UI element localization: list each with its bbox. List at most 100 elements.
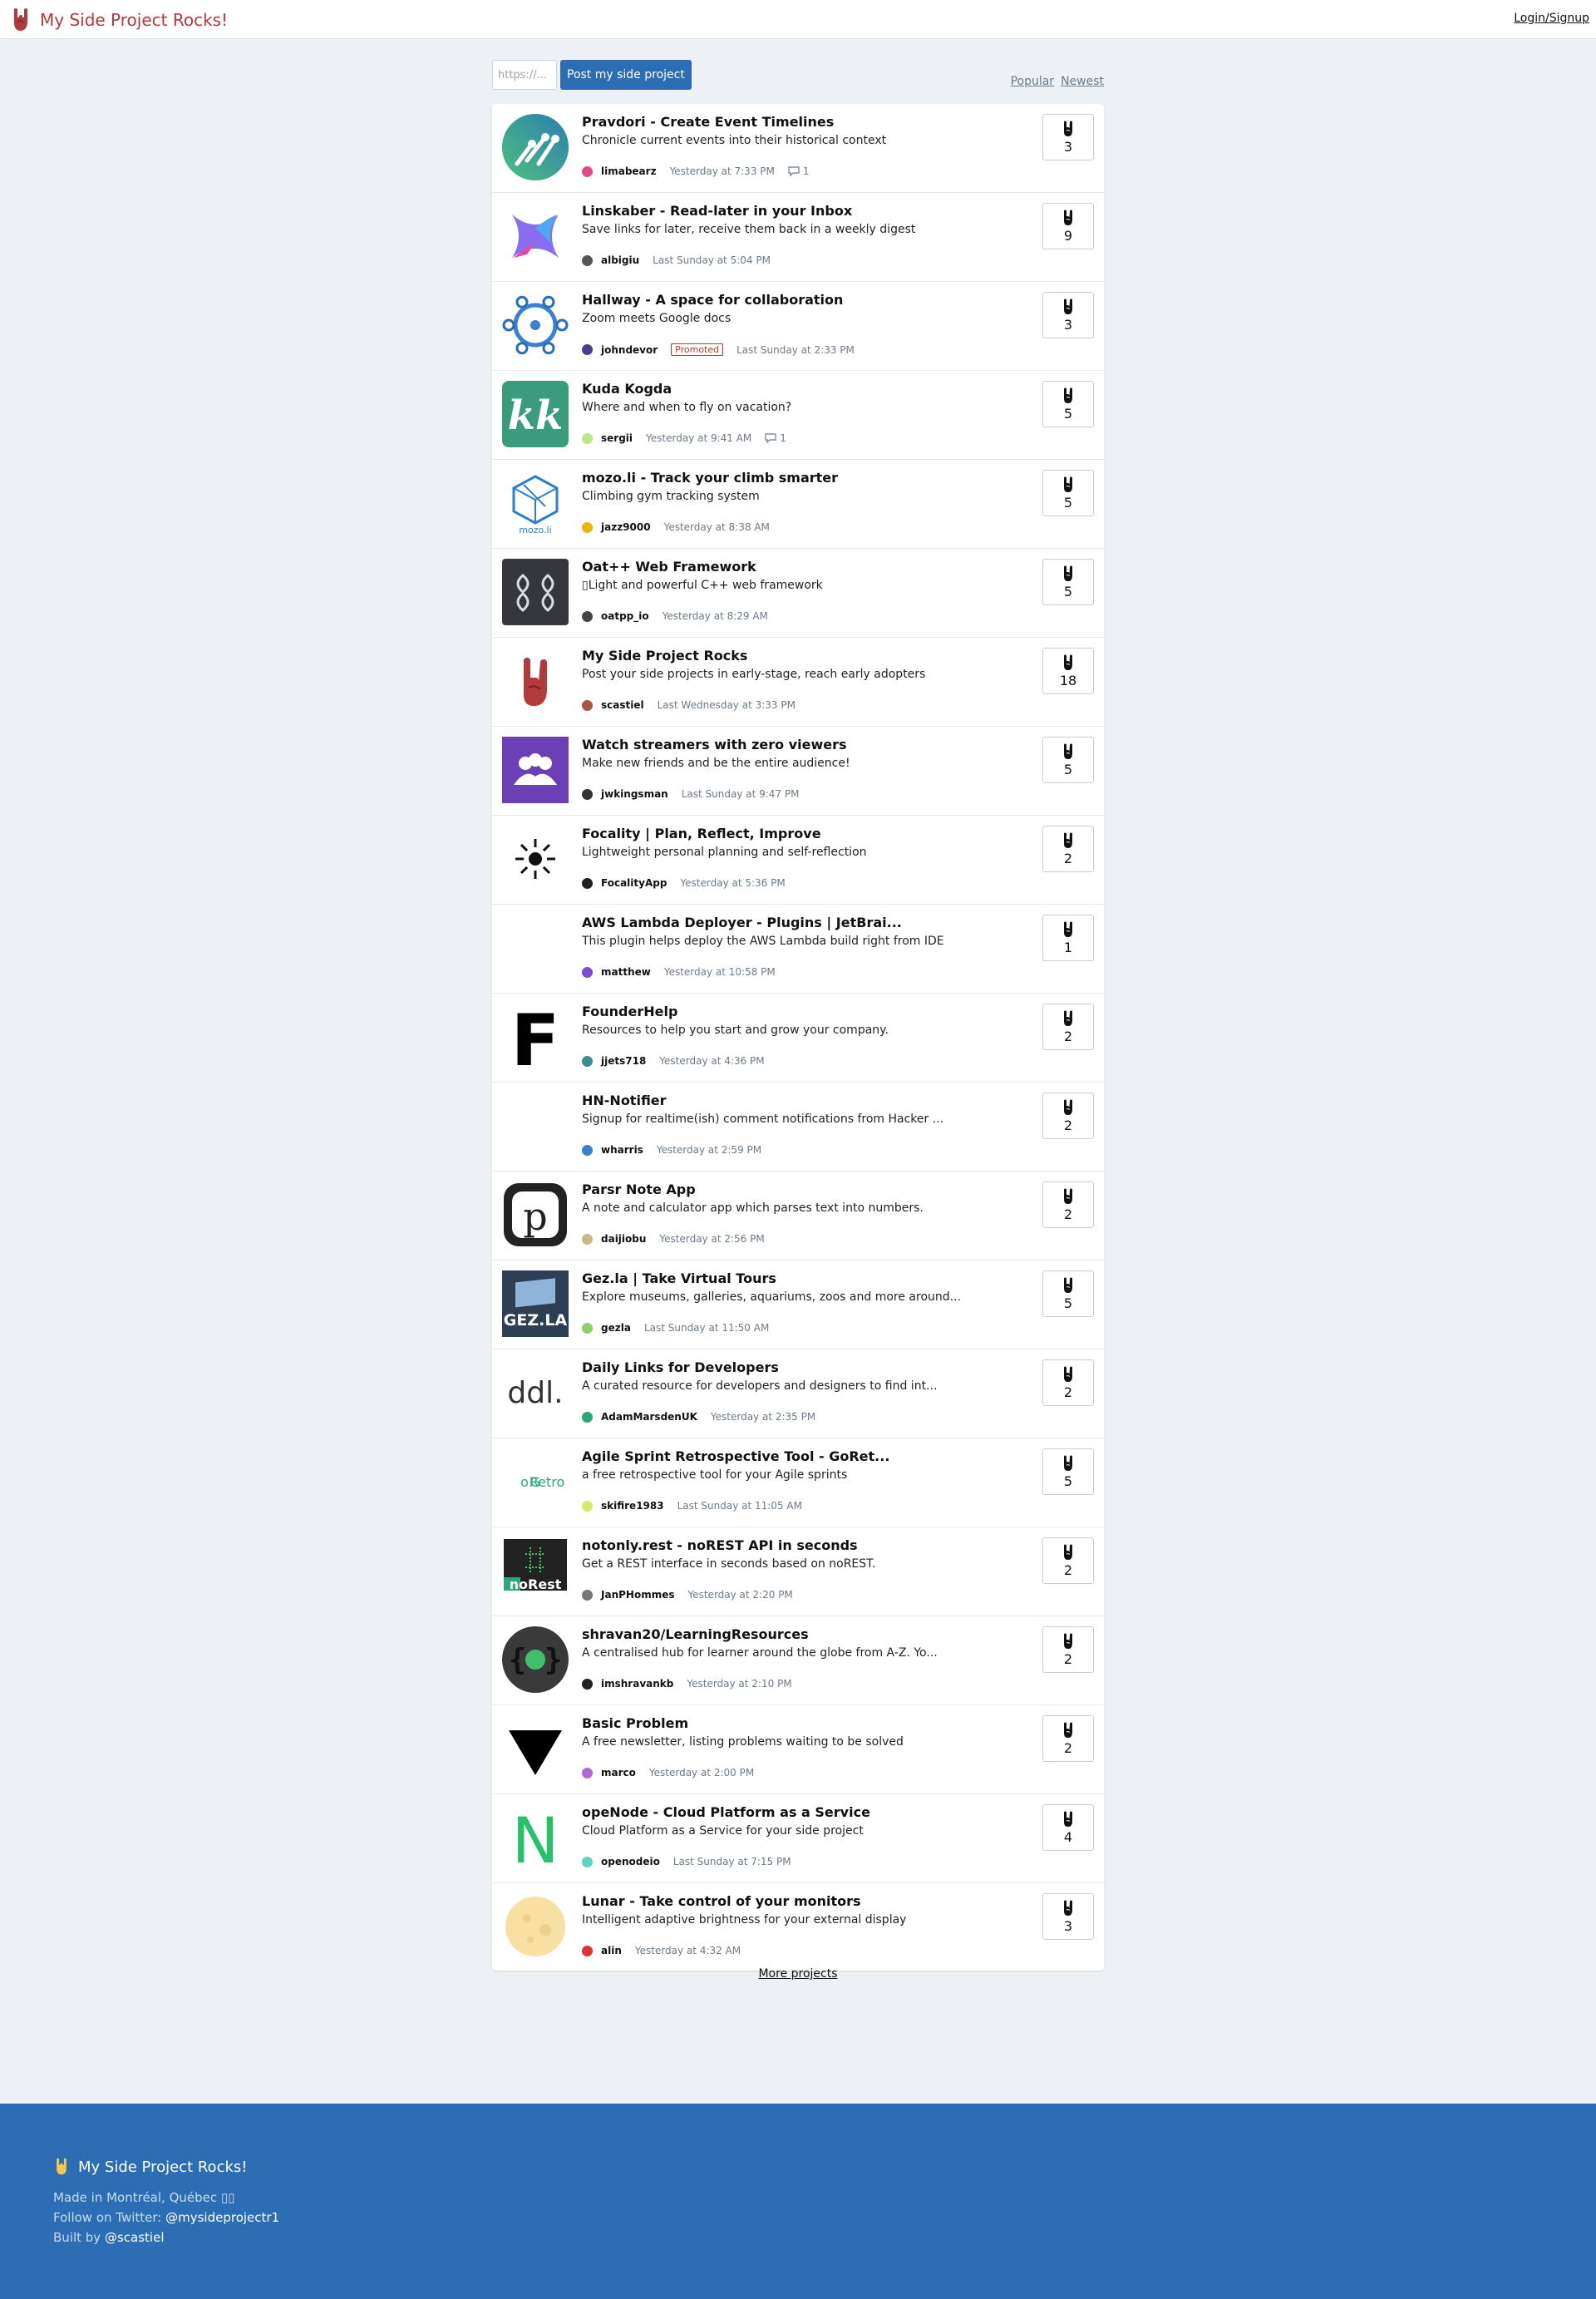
vote-button[interactable]: 2 [1042, 1359, 1094, 1406]
avatar[interactable] [582, 1589, 593, 1601]
project-row[interactable]: Pravdori - Create Event Timelines Chronic… [492, 104, 1104, 193]
comments-link[interactable]: 1 [765, 432, 786, 444]
username-link[interactable]: oatpp_io [601, 610, 649, 622]
focality-sun-icon[interactable] [502, 826, 569, 892]
username-link[interactable]: johndevor [601, 344, 658, 356]
post-time[interactable]: Yesterday at 2:35 PM [711, 1411, 815, 1423]
project-row[interactable]: kk Kuda Kogda Where and when to fly on vac… [492, 371, 1104, 460]
post-time[interactable]: Yesterday at 2:56 PM [659, 1233, 764, 1245]
vote-button[interactable]: 3 [1042, 1893, 1094, 1940]
twitter-link[interactable]: @mysideprojectr1 [165, 2210, 279, 2225]
post-time[interactable]: Yesterday at 2:00 PM [649, 1767, 754, 1779]
oatpp-leaf-icon[interactable] [502, 559, 569, 625]
avatar[interactable] [582, 1055, 593, 1067]
username-link[interactable]: imshravankb [601, 1678, 673, 1690]
login-signup-link[interactable]: Login/Signup [1514, 12, 1589, 25]
avatar[interactable] [582, 1144, 593, 1156]
project-title[interactable]: Focality | Plan, Reflect, Improve [582, 826, 821, 841]
username-link[interactable]: jazz9000 [601, 521, 651, 533]
project-row[interactable]: HN-Notifier Signup for realtime(ish) comm… [492, 1083, 1104, 1172]
avatar[interactable] [582, 1945, 593, 1956]
avatar[interactable] [582, 344, 593, 355]
post-time[interactable]: Yesterday at 4:32 AM [635, 1945, 741, 1956]
username-link[interactable]: gezla [601, 1322, 631, 1334]
vote-button[interactable]: 2 [1042, 1093, 1094, 1139]
project-row[interactable]: mozo.li mozo.li - Track your climb smarte… [492, 460, 1104, 549]
kuda-kogda-kk-icon[interactable]: kk [502, 381, 569, 447]
project-row[interactable]: Lunar - Take control of your monitors Int… [492, 1883, 1104, 1971]
project-row[interactable]: G Retro o Agile Sprint Retrospective Tool -… [492, 1438, 1104, 1527]
vote-button[interactable]: 2 [1042, 1715, 1094, 1762]
post-time[interactable]: Yesterday at 9:41 AM [646, 432, 751, 444]
post-time[interactable]: Last Sunday at 2:33 PM [736, 344, 855, 356]
project-title[interactable]: Oat++ Web Framework [582, 559, 756, 575]
avatar[interactable] [582, 610, 593, 622]
project-url-input[interactable] [492, 60, 557, 90]
project-row[interactable]: My Side Project Rocks Post your side proj… [492, 638, 1104, 727]
avatar[interactable] [582, 1500, 593, 1512]
vote-button[interactable]: 9 [1042, 203, 1094, 249]
more-projects-link[interactable]: More projects [758, 1967, 837, 1981]
linskaber-bow-icon[interactable] [502, 203, 569, 269]
norest-terminal-icon[interactable]: noRest [502, 1537, 569, 1604]
post-project-button[interactable]: Post my side project [560, 60, 692, 90]
post-time[interactable]: Last Sunday at 11:05 AM [677, 1500, 802, 1512]
post-time[interactable]: Last Sunday at 5:04 PM [653, 254, 771, 266]
author-link[interactable]: @scastiel [105, 2230, 165, 2245]
vote-button[interactable]: 2 [1042, 1537, 1094, 1584]
username-link[interactable]: daijiobu [601, 1233, 646, 1245]
project-row[interactable]: NopeNode - Cloud Platform as a Service Cl… [492, 1794, 1104, 1883]
post-time[interactable]: Yesterday at 10:58 PM [664, 966, 776, 978]
project-title[interactable]: opeNode - Cloud Platform as a Service [582, 1804, 870, 1820]
project-title[interactable]: Parsr Note App [582, 1182, 696, 1197]
project-row[interactable]: p Parsr Note App A note and calculator app… [492, 1172, 1104, 1261]
username-link[interactable]: openodeio [601, 1856, 660, 1867]
project-title[interactable]: Lunar - Take control of your monitors [582, 1893, 861, 1909]
openode-n-icon[interactable]: N [502, 1804, 569, 1871]
project-title[interactable]: Hallway - A space for collaboration [582, 292, 843, 308]
learning-braces-icon[interactable]: { } [502, 1626, 569, 1693]
vote-button[interactable]: 4 [1042, 1804, 1094, 1851]
founderhelp-f-icon[interactable]: F [502, 1004, 569, 1070]
username-link[interactable]: matthew [601, 966, 651, 978]
avatar[interactable] [582, 254, 593, 266]
username-link[interactable]: jwkingsman [601, 788, 668, 800]
project-title[interactable]: Basic Problem [582, 1715, 688, 1731]
vote-button[interactable]: 5 [1042, 1448, 1094, 1495]
project-row[interactable]: Watch streamers with zero viewers Make ne… [492, 727, 1104, 816]
project-title[interactable]: Pravdori - Create Event Timelines [582, 114, 834, 130]
project-title[interactable]: Linskaber - Read-later in your Inbox [582, 203, 852, 219]
vote-button[interactable]: 3 [1042, 114, 1094, 160]
avatar[interactable] [582, 788, 593, 800]
username-link[interactable]: albigiu [601, 254, 639, 266]
project-row[interactable]: AWS Lambda Deployer - Plugins | JetBrai.… [492, 905, 1104, 994]
avatar[interactable] [582, 1767, 593, 1779]
lunar-moon-icon[interactable] [502, 1893, 569, 1960]
post-time[interactable]: Yesterday at 2:59 PM [657, 1144, 761, 1156]
post-time[interactable]: Last Sunday at 9:47 PM [682, 788, 800, 800]
avatar[interactable] [582, 966, 593, 978]
streamers-people-icon[interactable] [502, 737, 569, 803]
avatar[interactable] [582, 521, 593, 533]
project-row[interactable]: noRest notonly.rest - noREST API in secon… [492, 1527, 1104, 1616]
avatar[interactable] [582, 1233, 593, 1245]
project-row[interactable]: Basic Problem A free newsletter, listing … [492, 1705, 1104, 1794]
project-row[interactable]: Hallway - A space for collaboration Zoom … [492, 282, 1104, 371]
ddl-text-icon[interactable]: ddl. [502, 1359, 569, 1426]
triangle-down-icon[interactable] [502, 1715, 569, 1782]
rock-hand-icon[interactable] [502, 648, 569, 714]
post-time[interactable]: Last Sunday at 7:15 PM [673, 1856, 791, 1867]
vote-button[interactable]: 3 [1042, 292, 1094, 338]
parsr-p-icon[interactable]: p [502, 1182, 569, 1248]
comments-link[interactable]: 1 [788, 165, 810, 177]
project-row[interactable]: Focality | Plan, Reflect, Improve Lightwe… [492, 816, 1104, 905]
vote-button[interactable]: 5 [1042, 470, 1094, 516]
project-title[interactable]: Kuda Kogda [582, 381, 672, 397]
avatar[interactable] [582, 165, 593, 177]
project-row[interactable]: { } shravan20/LearningResources A centrali… [492, 1616, 1104, 1705]
goretro-logo-icon[interactable]: G Retro o [502, 1448, 569, 1515]
vote-button[interactable]: 1 [1042, 915, 1094, 961]
post-time[interactable]: Yesterday at 8:38 AM [664, 521, 770, 533]
post-time[interactable]: Yesterday at 5:36 PM [680, 877, 785, 889]
sort-newest-link[interactable]: Newest [1061, 75, 1104, 88]
